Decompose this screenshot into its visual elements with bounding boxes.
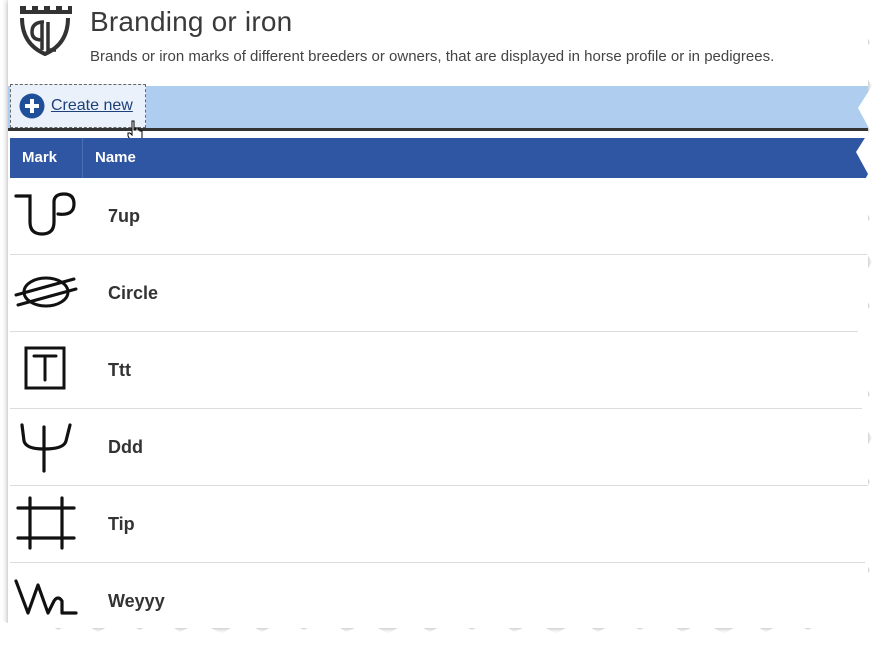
castle-crown-logo [20,6,72,57]
row-name: 7up [108,206,141,226]
brand-t-box-icon [24,346,66,390]
row-name: Ddd [108,437,143,457]
row-name: Ttt [108,360,131,380]
table-row[interactable]: 7up [10,178,868,255]
brand-w-icon [14,579,78,615]
table-row[interactable]: Ttt [10,332,868,409]
row-name: Circle [108,283,159,303]
row-name: Tip [108,514,135,534]
brand-hash-icon [16,496,76,550]
table-header: Mark Name [10,138,868,178]
brand-circle-icon [14,276,78,308]
brand-7up-icon [14,192,76,236]
table-row[interactable]: Tip [10,486,868,563]
table-row[interactable]: Circle [10,255,868,332]
app-frame: Branding or iron Brands or iron marks of… [8,0,868,628]
row-name: Weyyy [108,591,165,611]
table-row[interactable]: Weyyy [10,563,868,628]
brand-list: 7up Circle Ttt Ddd Tip Weyyy [10,178,868,628]
column-header-mark[interactable]: Mark [22,149,57,166]
column-header-name[interactable]: Name [95,149,136,166]
page-title: Branding or iron [90,6,293,37]
page-header: Branding or iron Brands or iron marks of… [8,0,868,84]
column-separator [82,138,83,178]
brand-trident-icon [20,423,72,473]
table-row[interactable]: Ddd [10,409,868,486]
plus-circle-icon [19,93,45,119]
page-subtitle: Brands or iron marks of different breede… [90,48,775,65]
create-new-label: Create new [51,97,133,114]
